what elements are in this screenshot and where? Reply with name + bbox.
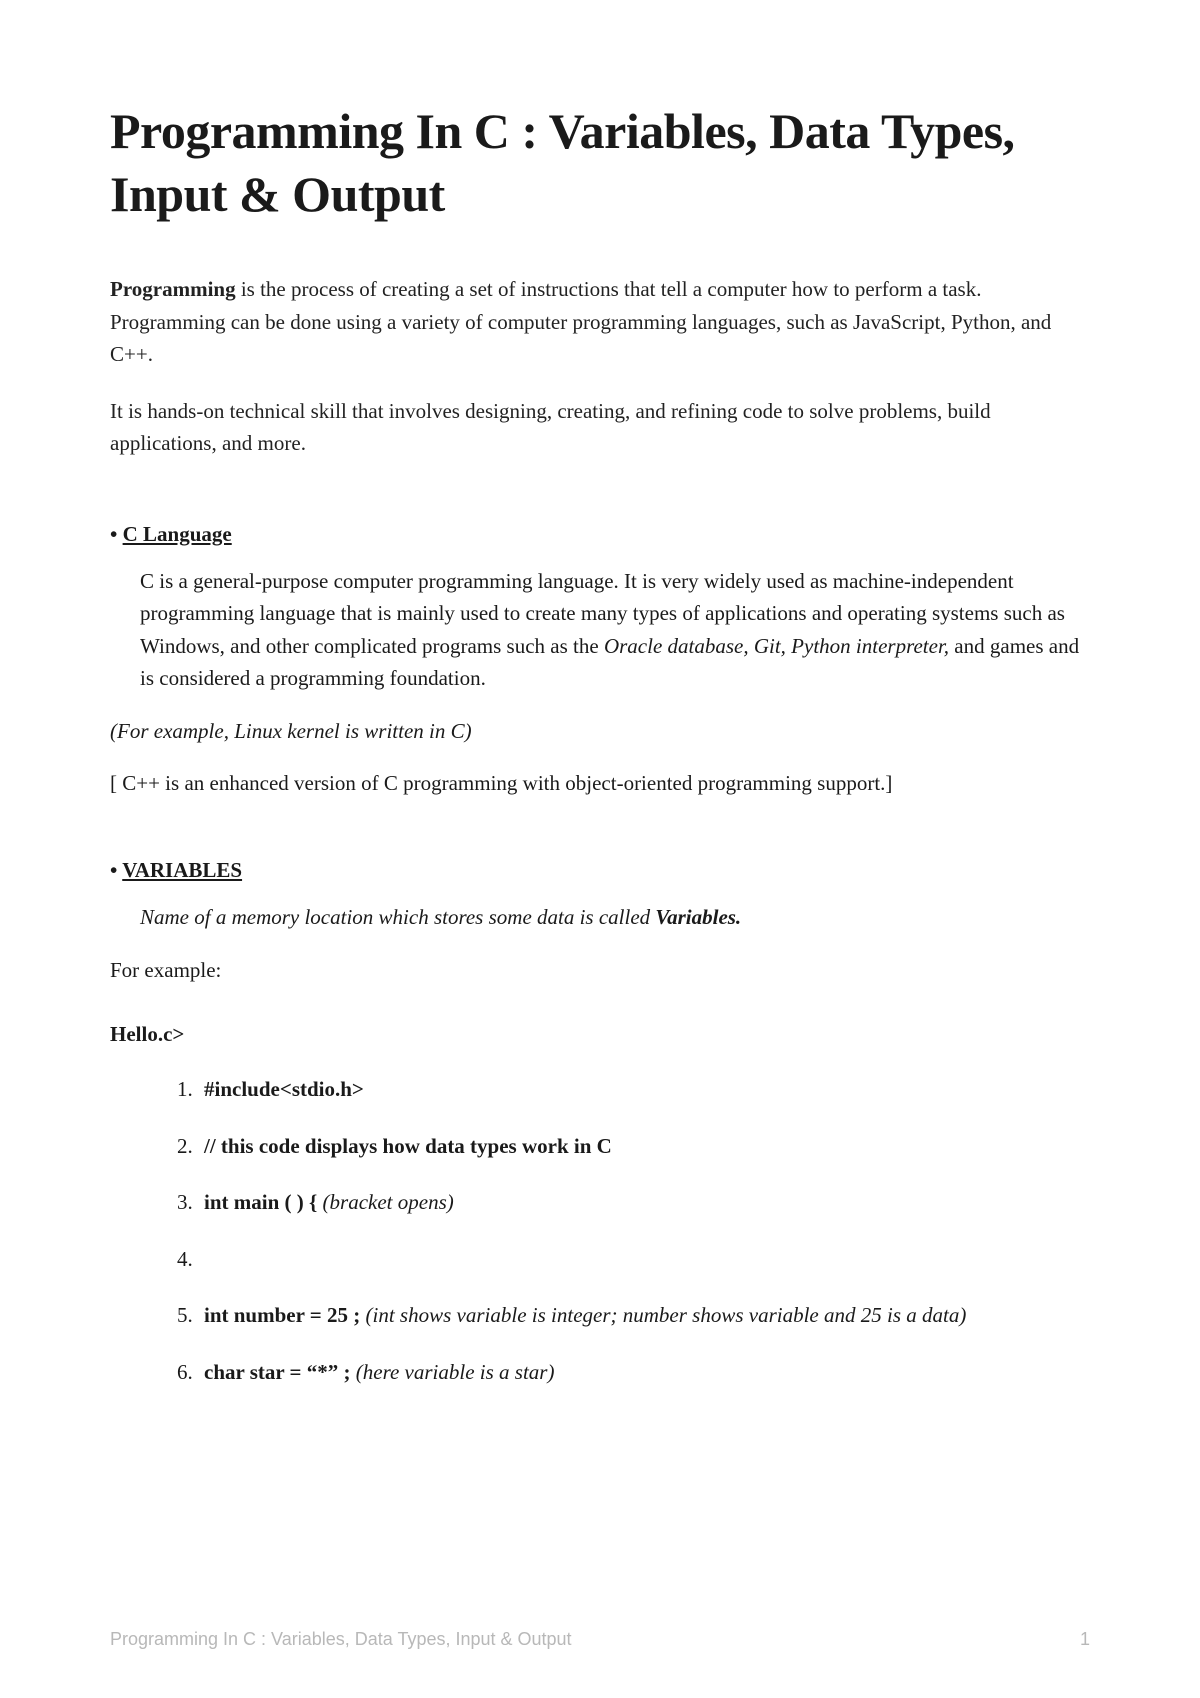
footer-page-number: 1 (1080, 1629, 1090, 1650)
section-vars-heading: • VARIABLES (110, 858, 1090, 883)
section-c-heading: • C Language (110, 522, 1090, 547)
section-vars-heading-label: VARIABLES (122, 858, 242, 882)
intro-p1-rest: is the process of creating a set of inst… (110, 277, 1051, 366)
code-filename: Hello.c> (110, 1022, 1090, 1047)
code-line (198, 1243, 1090, 1276)
code-line: int main ( ) { (bracket opens) (198, 1186, 1090, 1219)
bullet-icon: • (110, 858, 117, 882)
code-line-comment: (bracket opens) (317, 1190, 453, 1214)
code-line-bold: int main ( ) { (204, 1190, 317, 1214)
vars-def-bold: Variables. (655, 905, 741, 929)
section-c-example: (For example, Linux kernel is written in… (110, 715, 1090, 748)
code-line-bold: char star = “*” ; (204, 1360, 351, 1384)
code-line-comment: (int shows variable is integer; number s… (360, 1303, 966, 1327)
code-listing: #include<stdio.h> // this code displays … (110, 1073, 1090, 1388)
intro-paragraph-1: Programming is the process of creating a… (110, 273, 1090, 371)
bullet-icon: • (110, 522, 117, 546)
page-title: Programming In C : Variables, Data Types… (110, 100, 1090, 225)
code-line-bold: // this code displays how data types wor… (204, 1134, 612, 1158)
code-line: #include<stdio.h> (198, 1073, 1090, 1106)
section-c-heading-label: C Language (123, 522, 232, 546)
code-line-bold: #include<stdio.h> (204, 1077, 364, 1101)
intro-paragraph-2: It is hands-on technical skill that invo… (110, 395, 1090, 460)
code-line-comment: (here variable is a star) (351, 1360, 555, 1384)
for-example-label: For example: (110, 954, 1090, 987)
code-line: // this code displays how data types wor… (198, 1130, 1090, 1163)
footer-title: Programming In C : Variables, Data Types… (110, 1629, 572, 1650)
code-line: char star = “*” ; (here variable is a st… (198, 1356, 1090, 1389)
code-line: int number = 25 ; (int shows variable is… (198, 1299, 1090, 1332)
intro-bold-word: Programming (110, 277, 236, 301)
section-c-body: C is a general-purpose computer programm… (110, 565, 1090, 695)
page-footer: Programming In C : Variables, Data Types… (110, 1629, 1090, 1650)
section-c-cpp-note: [ C++ is an enhanced version of C progra… (110, 767, 1090, 800)
variables-definition: Name of a memory location which stores s… (110, 901, 1090, 934)
vars-def-pre: Name of a memory location which stores s… (140, 905, 655, 929)
section-c-body-em: Oracle database, Git, Python interpreter… (604, 634, 949, 658)
code-line-bold: int number = 25 ; (204, 1303, 360, 1327)
